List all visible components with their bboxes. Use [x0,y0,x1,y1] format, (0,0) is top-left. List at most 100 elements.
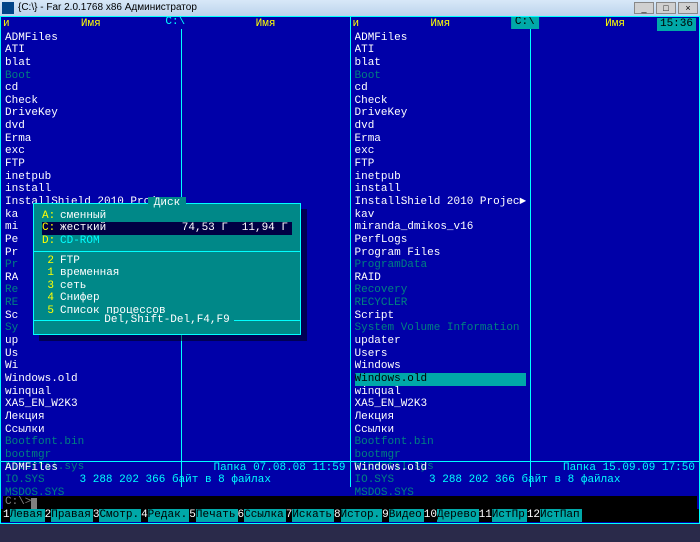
list-item[interactable]: dvd [355,120,527,133]
list-item[interactable]: Users [355,348,527,361]
list-item[interactable]: InstallShield 2010 Projec► [355,196,527,209]
list-item[interactable]: cd [5,82,177,95]
list-item[interactable]: exc [355,145,527,158]
fkey-item[interactable]: 7Искать [286,509,334,522]
list-item[interactable]: XA5_EN_W2K3 [355,398,527,411]
left-panel-status: ADMFiles Папка 07.08.08 11:59 [1,461,350,475]
list-item[interactable]: ADMFiles [355,32,527,45]
list-item[interactable]: Bootfont.bin [5,436,177,449]
list-item[interactable]: miranda_dmikos_v16 [355,221,527,234]
list-item[interactable]: bootmgr [5,449,177,462]
list-item[interactable]: install [355,183,527,196]
list-item[interactable]: Check [5,95,177,108]
list-item[interactable]: Windows.old [5,373,177,386]
list-item[interactable]: Erma [355,133,527,146]
fkey-item[interactable]: 8Истор. [334,509,382,522]
drive-row[interactable]: A:сменный [42,210,292,223]
list-item[interactable]: dvd [5,120,177,133]
list-item[interactable]: Лекция [5,411,177,424]
left-panel-path[interactable]: C:\ [161,16,189,29]
list-item[interactable]: bootmgr [355,449,527,462]
left-summary: 3 288 202 366 байт в 8 файлах [1,474,350,487]
column-header[interactable]: Имя [1,17,181,32]
list-item[interactable]: kav [355,209,527,222]
list-item[interactable]: Boot [5,70,177,83]
list-item[interactable]: updater [355,335,527,348]
command-line[interactable]: C:\> [3,496,697,509]
list-item[interactable]: RAID [355,272,527,285]
right-panel[interactable]: C:\ и Имя ADMFilesATIblatBootcdCheckDriv… [351,17,700,487]
fkey-item[interactable]: 6Ссылка [238,509,286,522]
fkey-item[interactable]: 4Редак. [141,509,189,522]
drive-row[interactable]: D:CD-ROM [42,235,292,248]
list-item[interactable]: ATI [5,44,177,57]
cursor-icon [31,498,37,509]
maximize-button[interactable]: □ [656,2,676,14]
list-item[interactable]: Bootfont.bin [355,436,527,449]
plugin-row[interactable]: 4Снифер [42,292,292,305]
fkey-item[interactable]: 3Смотр. [93,509,141,522]
drive-list[interactable]: A:сменныйC:жесткий74,53 Г11,94 ГD:CD-ROM [42,210,292,248]
list-item[interactable]: System Volume Information [355,322,527,335]
list-item[interactable]: Wi [5,360,177,373]
plugin-list[interactable]: 2FTP1временная3сеть4Снифер5Список процес… [42,255,292,318]
list-item[interactable]: inetpub [5,171,177,184]
column-header[interactable]: Имя [182,17,350,32]
terminal: 15:36 C:\ и Имя ADMFilesATIblatBootcdChe… [0,16,700,524]
fkey-item[interactable]: 11ИстПр [479,509,527,522]
list-item[interactable]: ATI [355,44,527,57]
list-item[interactable]: Program Files [355,247,527,260]
list-item[interactable]: Windows.old [355,373,527,386]
fkey-item[interactable]: 1Левая [3,509,45,522]
function-key-bar[interactable]: 1Левая 2Правая3Смотр.4Редак.5Печать6Ссыл… [1,509,699,522]
list-item[interactable]: up [5,335,177,348]
close-button[interactable]: × [678,2,698,14]
list-item[interactable]: ADMFiles [5,32,177,45]
list-item[interactable]: winqual [355,386,527,399]
right-panel-path[interactable]: C:\ [511,16,539,29]
list-item[interactable]: blat [5,57,177,70]
list-item[interactable]: blat [355,57,527,70]
list-item[interactable]: inetpub [355,171,527,184]
list-item[interactable]: DriveKey [355,107,527,120]
list-item[interactable]: XA5_EN_W2K3 [5,398,177,411]
drive-row[interactable]: C:жесткий74,53 Г11,94 Г [42,222,292,235]
list-item[interactable]: exc [5,145,177,158]
list-item[interactable]: Boot [355,70,527,83]
list-item[interactable]: Ссылки [355,424,527,437]
list-item[interactable]: Лекция [355,411,527,424]
list-item[interactable]: Erma [5,133,177,146]
fkey-item[interactable]: 5Печать [189,509,237,522]
list-item[interactable]: Windows [355,360,527,373]
list-item[interactable]: Script [355,310,527,323]
drive-letter-icon: и [353,18,360,31]
fkey-item[interactable]: 10Дерево [424,509,479,522]
drive-letter-icon: и [3,18,10,31]
plugin-row[interactable]: 3сеть [42,280,292,293]
list-item[interactable]: Ссылки [5,424,177,437]
fkey-item[interactable]: 2Правая [45,509,93,522]
window-title: {С:\} - Far 2.0.1768 x86 Администратор [18,2,197,14]
minimize-button[interactable]: _ [634,2,654,14]
list-item[interactable]: install [5,183,177,196]
right-summary: 3 288 202 366 байт в 8 файлах [351,474,700,487]
fkey-item[interactable]: 9Видео [382,509,424,522]
list-item[interactable]: Us [5,348,177,361]
list-item[interactable]: FTP [355,158,527,171]
column-header[interactable]: Имя [351,17,531,32]
list-item[interactable]: Recovery [355,284,527,297]
list-item[interactable]: winqual [5,386,177,399]
clock: 15:36 [657,18,696,31]
list-item[interactable]: cd [355,82,527,95]
list-item[interactable]: RECYCLER [355,297,527,310]
list-item[interactable]: Check [355,95,527,108]
list-item[interactable]: ProgramData [355,259,527,272]
plugin-row[interactable]: 2FTP [42,255,292,268]
list-item[interactable]: FTP [5,158,177,171]
list-item[interactable]: DriveKey [5,107,177,120]
window-titlebar: {С:\} - Far 2.0.1768 x86 Администратор _… [0,0,700,16]
plugin-row[interactable]: 1временная [42,267,292,280]
right-file-list[interactable]: ADMFilesATIblatBootcdCheckDriveKeydvdErm… [351,32,531,524]
list-item[interactable]: PerfLogs [355,234,527,247]
fkey-item[interactable]: 12ИстПап [527,509,582,522]
